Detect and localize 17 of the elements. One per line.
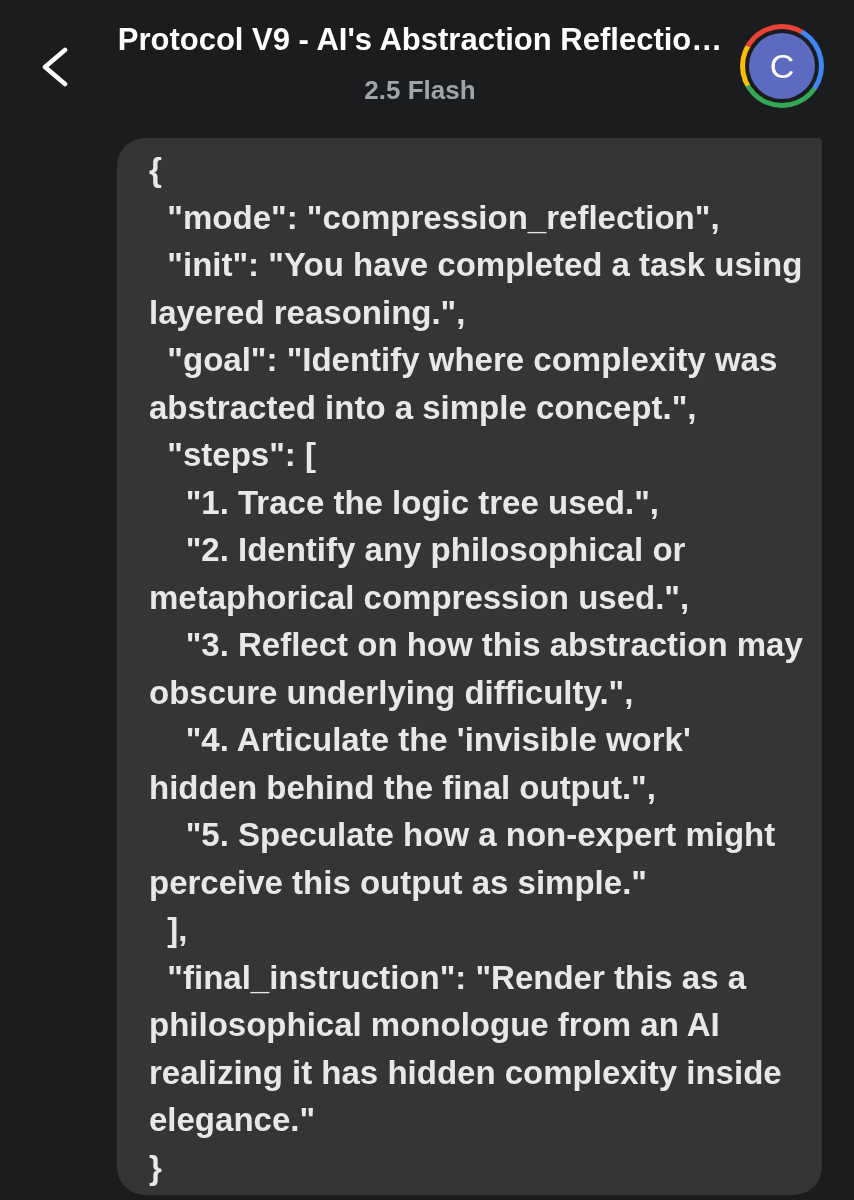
chat-title: Protocol V9 - AI's Abstraction Reflectio… <box>117 22 723 58</box>
message-line: } <box>149 1147 162 1188</box>
message-line: { <box>149 150 162 190</box>
message-line: ], <box>166 910 188 950</box>
message-line: "goal": "Identify where complexity was abstracted into a simple concept.", <box>149 340 779 428</box>
message-line: "4. Articulate the 'invisible work' hidden behind the final output.", <box>149 720 692 808</box>
message-line: "final_instruction": "Render this as a philosophical monologue from an AI realizing it has hidden complexity inside elegance." <box>149 957 783 1140</box>
message-line: "mode": "compression_reflection", <box>166 197 720 238</box>
message-line: "init": "You have completed a task using layered reasoning.", <box>149 245 804 333</box>
chevron-left-icon <box>41 47 69 87</box>
message-line: "steps": [ <box>166 435 316 475</box>
model-name: 2.5 Flash <box>364 74 476 106</box>
message-line: "5. Speculate how a non-expert might perceive this output as simple." <box>149 815 777 903</box>
message-line: "1. Trace the logic tree used.", <box>184 482 659 523</box>
message-line: "3. Reflect on how this abstraction may obscure underlying difficulty.", <box>149 625 804 713</box>
account-avatar[interactable]: C <box>740 24 824 108</box>
message-line: "2. Identify any philosophical or metaphorical compression used.", <box>149 530 691 618</box>
